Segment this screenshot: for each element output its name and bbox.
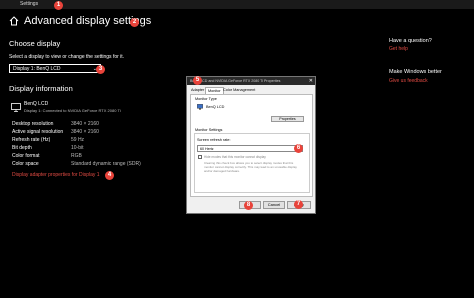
hide-modes-label: Hide modes that this monitor cannot disp…: [204, 155, 266, 159]
display-select-value: Display 1: BenQ LCD: [13, 66, 61, 72]
dialog-title: BenQ LCD and NVIDIA GeForce RTX 2080 Ti …: [190, 79, 281, 83]
step-badge-3: 3: [96, 65, 105, 74]
refresh-rate-value: 60 Hertz: [200, 147, 214, 151]
refresh-rate-select[interactable]: 60 Hertz: [197, 145, 303, 152]
monitor-type-label: Monitor Type: [195, 97, 217, 101]
info-label: Bit depth: [12, 145, 32, 151]
home-icon[interactable]: [9, 16, 19, 26]
info-label: Refresh rate (Hz): [12, 137, 51, 143]
close-icon[interactable]: ✕: [309, 78, 313, 84]
step-badge-2: 2: [130, 18, 139, 27]
monitor-icon: [11, 103, 21, 112]
refresh-rate-label: Screen refresh rate:: [197, 138, 231, 142]
info-value: 10-bit: [71, 145, 84, 151]
monitor-tab-panel: Monitor Type BenQ LCD Properties Monitor…: [190, 94, 313, 197]
choose-display-heading: Choose display: [9, 39, 61, 48]
get-help-link[interactable]: Get help: [389, 46, 408, 52]
tab-color-management[interactable]: Color Management: [221, 87, 257, 94]
help-heading: Have a question?: [389, 38, 432, 44]
window-title: Settings: [20, 1, 39, 7]
info-label: Color space: [12, 161, 39, 167]
hide-modes-help: Clearing this check box allows you to se…: [204, 161, 297, 173]
step-badge-5: 5: [193, 76, 202, 85]
tab-adapter[interactable]: Adapter: [189, 87, 206, 94]
step-badge-1: 1: [54, 1, 63, 10]
info-value: 59 Hz: [71, 137, 85, 143]
info-value: 3840 × 2160: [71, 129, 99, 135]
step-badge-6: 6: [294, 144, 303, 153]
info-label: Active signal resolution: [12, 129, 64, 135]
monitor-icon: [197, 104, 203, 110]
display-select[interactable]: Display 1: BenQ LCD ⌄: [9, 64, 101, 73]
feedback-heading: Make Windows better: [389, 69, 442, 75]
step-badge-8: 8: [244, 201, 253, 210]
hide-modes-checkbox[interactable]: [198, 155, 202, 159]
step-badge-7: 7: [294, 200, 303, 209]
window-titlebar: Settings: [0, 0, 474, 9]
monitor-name: BenQ LCD: [24, 101, 49, 107]
step-badge-4: 4: [105, 171, 114, 180]
cancel-button[interactable]: Cancel: [263, 201, 285, 209]
info-label: Desktop resolution: [12, 121, 54, 127]
monitor-connection: Display 1: Connected to NVIDIA GeForce R…: [24, 108, 121, 113]
monitor-settings-label: Monitor Settings: [195, 128, 223, 132]
cancel-button-label: Cancel: [267, 202, 281, 207]
properties-button[interactable]: Properties: [271, 116, 304, 122]
monitor-type-value: BenQ LCD: [206, 105, 225, 109]
info-value: Standard dynamic range (SDR): [71, 161, 141, 167]
feedback-link[interactable]: Give us feedback: [389, 78, 428, 84]
properties-button-label: Properties: [279, 117, 296, 121]
info-label: Color format: [12, 153, 40, 159]
info-value: 3840 × 2160: [71, 121, 99, 127]
dialog-titlebar: BenQ LCD and NVIDIA GeForce RTX 2080 Ti …: [187, 77, 315, 85]
display-adapter-properties-link[interactable]: Display adapter properties for Display 1: [12, 172, 100, 178]
choose-display-instruction: Select a display to view or change the s…: [9, 54, 125, 60]
display-properties-dialog: BenQ LCD and NVIDIA GeForce RTX 2080 Ti …: [186, 76, 316, 214]
display-info-heading: Display information: [9, 84, 73, 93]
info-value: RGB: [71, 153, 82, 159]
